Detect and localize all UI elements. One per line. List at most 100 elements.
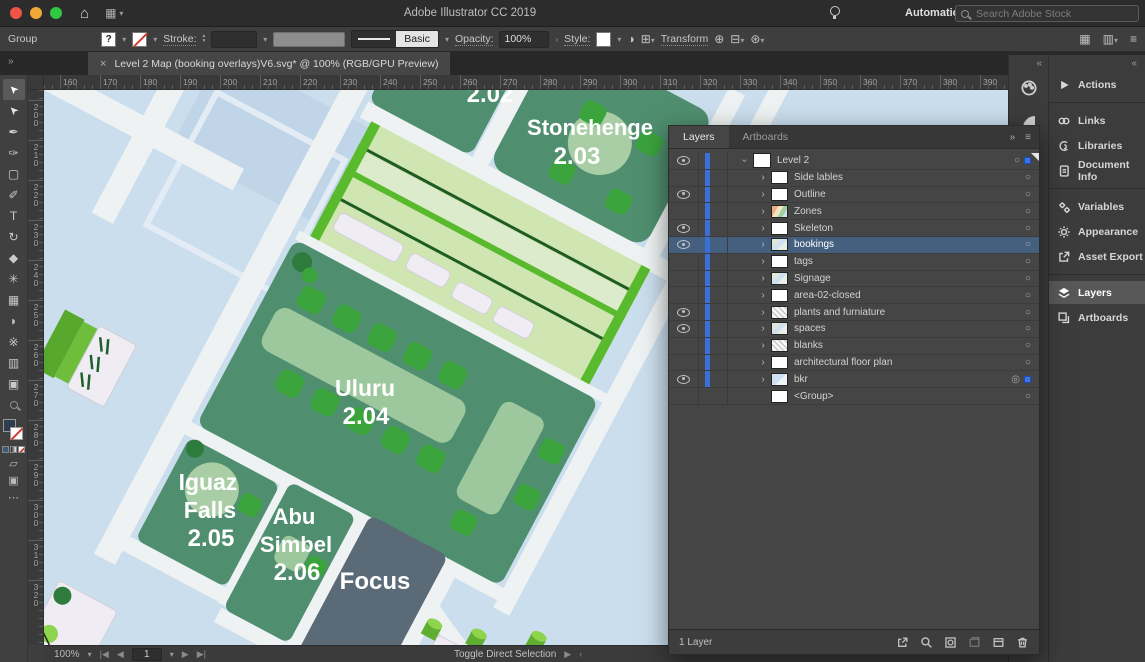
dock-panel-appearance[interactable]: Appearance [1049, 220, 1145, 243]
zoom-window-button[interactable] [50, 7, 62, 19]
layer-name[interactable]: blanks [794, 340, 823, 351]
prev-artboard-icon[interactable]: ◀ [117, 649, 124, 660]
lightbulb-icon[interactable] [830, 6, 840, 16]
expand-chevron-icon[interactable]: › [755, 357, 771, 368]
visibility-toggle[interactable] [669, 224, 698, 233]
layer-row[interactable]: ›bkr◎ [669, 371, 1039, 388]
eyedropper-tool[interactable]: ◗ [3, 310, 25, 331]
layer-name[interactable]: plants and furniature [794, 307, 885, 318]
layer-name[interactable]: architectural floor plan [794, 357, 892, 368]
zoom-tool[interactable] [3, 394, 25, 415]
gradient-mode-icon[interactable] [10, 446, 17, 453]
hint-next-icon[interactable]: ▶ [564, 649, 571, 660]
close-window-button[interactable] [10, 7, 22, 19]
none-mode-icon[interactable] [18, 446, 25, 453]
target-circle-icon[interactable]: ○ [1014, 155, 1020, 166]
document-tab[interactable]: × Level 2 Map (booking overlays)V6.svg* … [88, 52, 450, 75]
shape-options-icon[interactable]: ⊛▾ [750, 32, 764, 46]
target-circle-icon[interactable]: ○ [1025, 323, 1031, 334]
next-artboard-icon[interactable]: ▶ [182, 649, 189, 660]
rectangle-tool[interactable]: ▢ [3, 163, 25, 184]
last-artboard-icon[interactable]: ▶| [197, 649, 206, 660]
expand-chevron-icon[interactable]: › [755, 189, 771, 200]
home-icon[interactable]: ⌂ [80, 5, 89, 22]
document-layout-icon[interactable]: ▥▾ [1103, 32, 1118, 46]
brush-definition-select[interactable]: Basic [351, 30, 439, 48]
layer-row[interactable]: › Outline ○ [669, 187, 1039, 204]
target-circle-icon[interactable]: ○ [1025, 172, 1031, 183]
horizontal-ruler[interactable]: 1601701801902002102202302402502602702802… [44, 75, 1008, 90]
chevron-down-icon[interactable]: ▾ [445, 35, 449, 44]
stroke-weight-stepper[interactable]: ▴▾ [202, 34, 205, 44]
stroke-swatch[interactable] [132, 32, 147, 47]
expand-chevron-icon[interactable]: › [755, 256, 771, 267]
layer-row[interactable]: › architectural floor plan ○ [669, 355, 1039, 372]
zoom-level[interactable]: 100% [54, 649, 80, 660]
layer-row[interactable]: ›bookings○ [669, 237, 1039, 254]
expand-chevron-icon[interactable]: › [755, 374, 771, 385]
align-icon[interactable]: ⊕ [714, 32, 724, 46]
layer-name[interactable]: bookings [794, 239, 834, 250]
curvature-tool[interactable]: ✑ [3, 142, 25, 163]
layer-name[interactable]: Zones [794, 206, 822, 217]
distribute-icon[interactable]: ⊟▾ [730, 32, 744, 46]
layer-row[interactable]: ›blanks○ [669, 338, 1039, 355]
color-panel-icon[interactable] [1013, 73, 1045, 103]
make-clipping-mask-icon[interactable] [944, 636, 957, 649]
edit-toolbar-icon[interactable]: ⋯ [8, 491, 19, 504]
layer-name[interactable]: Outline [794, 189, 826, 200]
layer-row[interactable]: ›tags○ [669, 254, 1039, 271]
dock-panel-layers[interactable]: Layers [1049, 281, 1145, 304]
artboard-number-field[interactable] [132, 648, 162, 661]
stroke-weight-field[interactable] [211, 31, 257, 48]
layer-name[interactable]: Skeleton [794, 223, 833, 234]
expand-chevron-icon[interactable]: › [755, 307, 771, 318]
minimize-window-button[interactable] [30, 7, 42, 19]
layer-row[interactable]: ›area-02-closed○ [669, 287, 1039, 304]
visibility-toggle[interactable] [669, 156, 698, 165]
collect-for-export-icon[interactable] [896, 636, 909, 649]
target-circle-icon[interactable]: ○ [1025, 357, 1031, 368]
expand-chevron-icon[interactable]: › [755, 273, 771, 284]
collapse-panels-icon[interactable]: « [1131, 58, 1137, 69]
eraser-tool[interactable]: ◆ [3, 247, 25, 268]
layer-row[interactable]: › Skeleton ○ [669, 220, 1039, 237]
rotate-tool[interactable]: ↻ [3, 226, 25, 247]
locate-object-icon[interactable] [920, 636, 933, 649]
target-circle-icon[interactable]: ○ [1025, 206, 1031, 217]
color-mode-icon[interactable] [2, 446, 9, 453]
close-tab-icon[interactable]: × [100, 58, 106, 70]
expand-chevron-icon[interactable]: › [755, 340, 771, 351]
expand-chevron-icon[interactable]: › [755, 223, 771, 234]
expand-chevron-icon[interactable]: › [737, 155, 753, 166]
target-circle-icon[interactable]: ○ [1025, 189, 1031, 200]
artboard-tool[interactable]: ▣ [3, 373, 25, 394]
target-circle-icon[interactable]: ○ [1025, 223, 1031, 234]
stroke-color-swatch[interactable] [10, 427, 23, 440]
selection-color-square[interactable] [1024, 157, 1031, 164]
chevron-down-icon[interactable]: ▾ [122, 35, 126, 44]
target-circle-icon[interactable]: ○ [1025, 239, 1031, 250]
chevron-down-icon[interactable]: ▾ [88, 650, 92, 659]
isolate-grid-icon[interactable]: ⊞▾ [641, 32, 655, 46]
selection-color-square[interactable] [1024, 376, 1031, 383]
gradient-tool[interactable]: ▦ [3, 289, 25, 310]
dock-panel-variables[interactable]: Variables [1049, 195, 1145, 218]
layer-row[interactable]: ›Level 2○ [669, 153, 1039, 170]
dock-panel-artboards[interactable]: Artboards [1049, 306, 1145, 329]
expand-chevron-icon[interactable]: › [755, 290, 771, 301]
pen-tool[interactable]: ✒ [3, 121, 25, 142]
style-label[interactable]: Style: [564, 33, 590, 46]
arrange-documents-icon[interactable]: ▦ [1079, 32, 1090, 46]
chevron-right-icon[interactable]: › [555, 35, 558, 44]
tab-layers[interactable]: Layers [669, 126, 729, 148]
tab-artboards[interactable]: Artboards [729, 126, 803, 148]
opacity-field[interactable]: 100% [499, 31, 549, 48]
chevron-down-icon[interactable]: ▾ [617, 35, 621, 44]
target-circle-icon[interactable]: ◎ [1011, 374, 1020, 385]
visibility-toggle[interactable] [669, 324, 698, 333]
layer-name[interactable]: tags [794, 256, 813, 267]
layer-row[interactable]: ›spaces○ [669, 321, 1039, 338]
dock-panel-asset-export[interactable]: Asset Export [1049, 245, 1145, 268]
visibility-toggle[interactable] [669, 240, 698, 249]
